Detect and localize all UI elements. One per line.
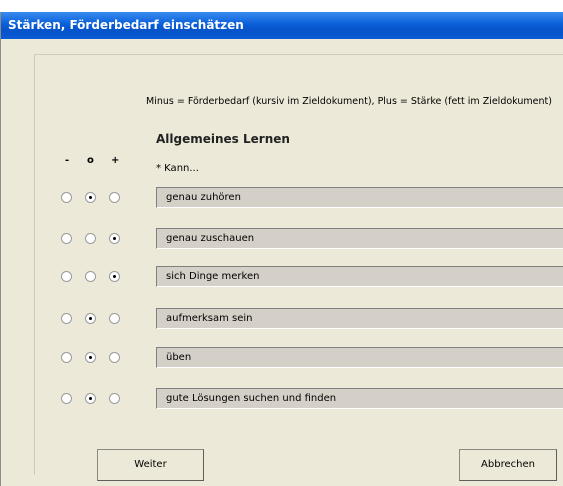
column-header-plus: + bbox=[111, 155, 120, 166]
legend-hint: Minus = Förderbedarf (kursiv im Zieldoku… bbox=[146, 96, 552, 107]
content-panel bbox=[34, 54, 563, 475]
next-button[interactable]: Weiter bbox=[97, 449, 204, 481]
item-field: sich Dinge merken bbox=[156, 266, 563, 287]
section-title: Allgemeines Lernen bbox=[156, 132, 290, 146]
item-field: genau zuschauen bbox=[156, 228, 563, 249]
radio-plus[interactable] bbox=[109, 313, 120, 324]
item-field: gute Lösungen suchen und finden bbox=[156, 388, 563, 409]
prompt-label: * Kann... bbox=[156, 163, 199, 174]
radio-neutral[interactable] bbox=[85, 352, 96, 363]
radio-minus[interactable] bbox=[61, 313, 72, 324]
radio-minus[interactable] bbox=[61, 192, 72, 203]
item-field: genau zuhören bbox=[156, 187, 563, 208]
radio-neutral[interactable] bbox=[85, 233, 96, 244]
radio-plus[interactable] bbox=[109, 393, 120, 404]
item-field: üben bbox=[156, 347, 563, 368]
radio-neutral[interactable] bbox=[85, 393, 96, 404]
radio-plus[interactable] bbox=[109, 192, 120, 203]
item-field: aufmerksam sein bbox=[156, 308, 563, 329]
radio-plus[interactable] bbox=[109, 352, 120, 363]
radio-plus[interactable] bbox=[109, 271, 120, 282]
radio-plus[interactable] bbox=[109, 233, 120, 244]
radio-neutral[interactable] bbox=[85, 313, 96, 324]
radio-minus[interactable] bbox=[61, 271, 72, 282]
column-header-minus: - bbox=[65, 155, 70, 166]
radio-neutral[interactable] bbox=[85, 192, 96, 203]
radio-minus[interactable] bbox=[61, 393, 72, 404]
cancel-button[interactable]: Abbrechen bbox=[459, 449, 557, 481]
radio-minus[interactable] bbox=[61, 352, 72, 363]
radio-minus[interactable] bbox=[61, 233, 72, 244]
column-header-neutral: o bbox=[87, 155, 94, 166]
title-bar: Stärken, Förderbedarf einschätzen bbox=[1, 12, 563, 39]
radio-neutral[interactable] bbox=[85, 271, 96, 282]
